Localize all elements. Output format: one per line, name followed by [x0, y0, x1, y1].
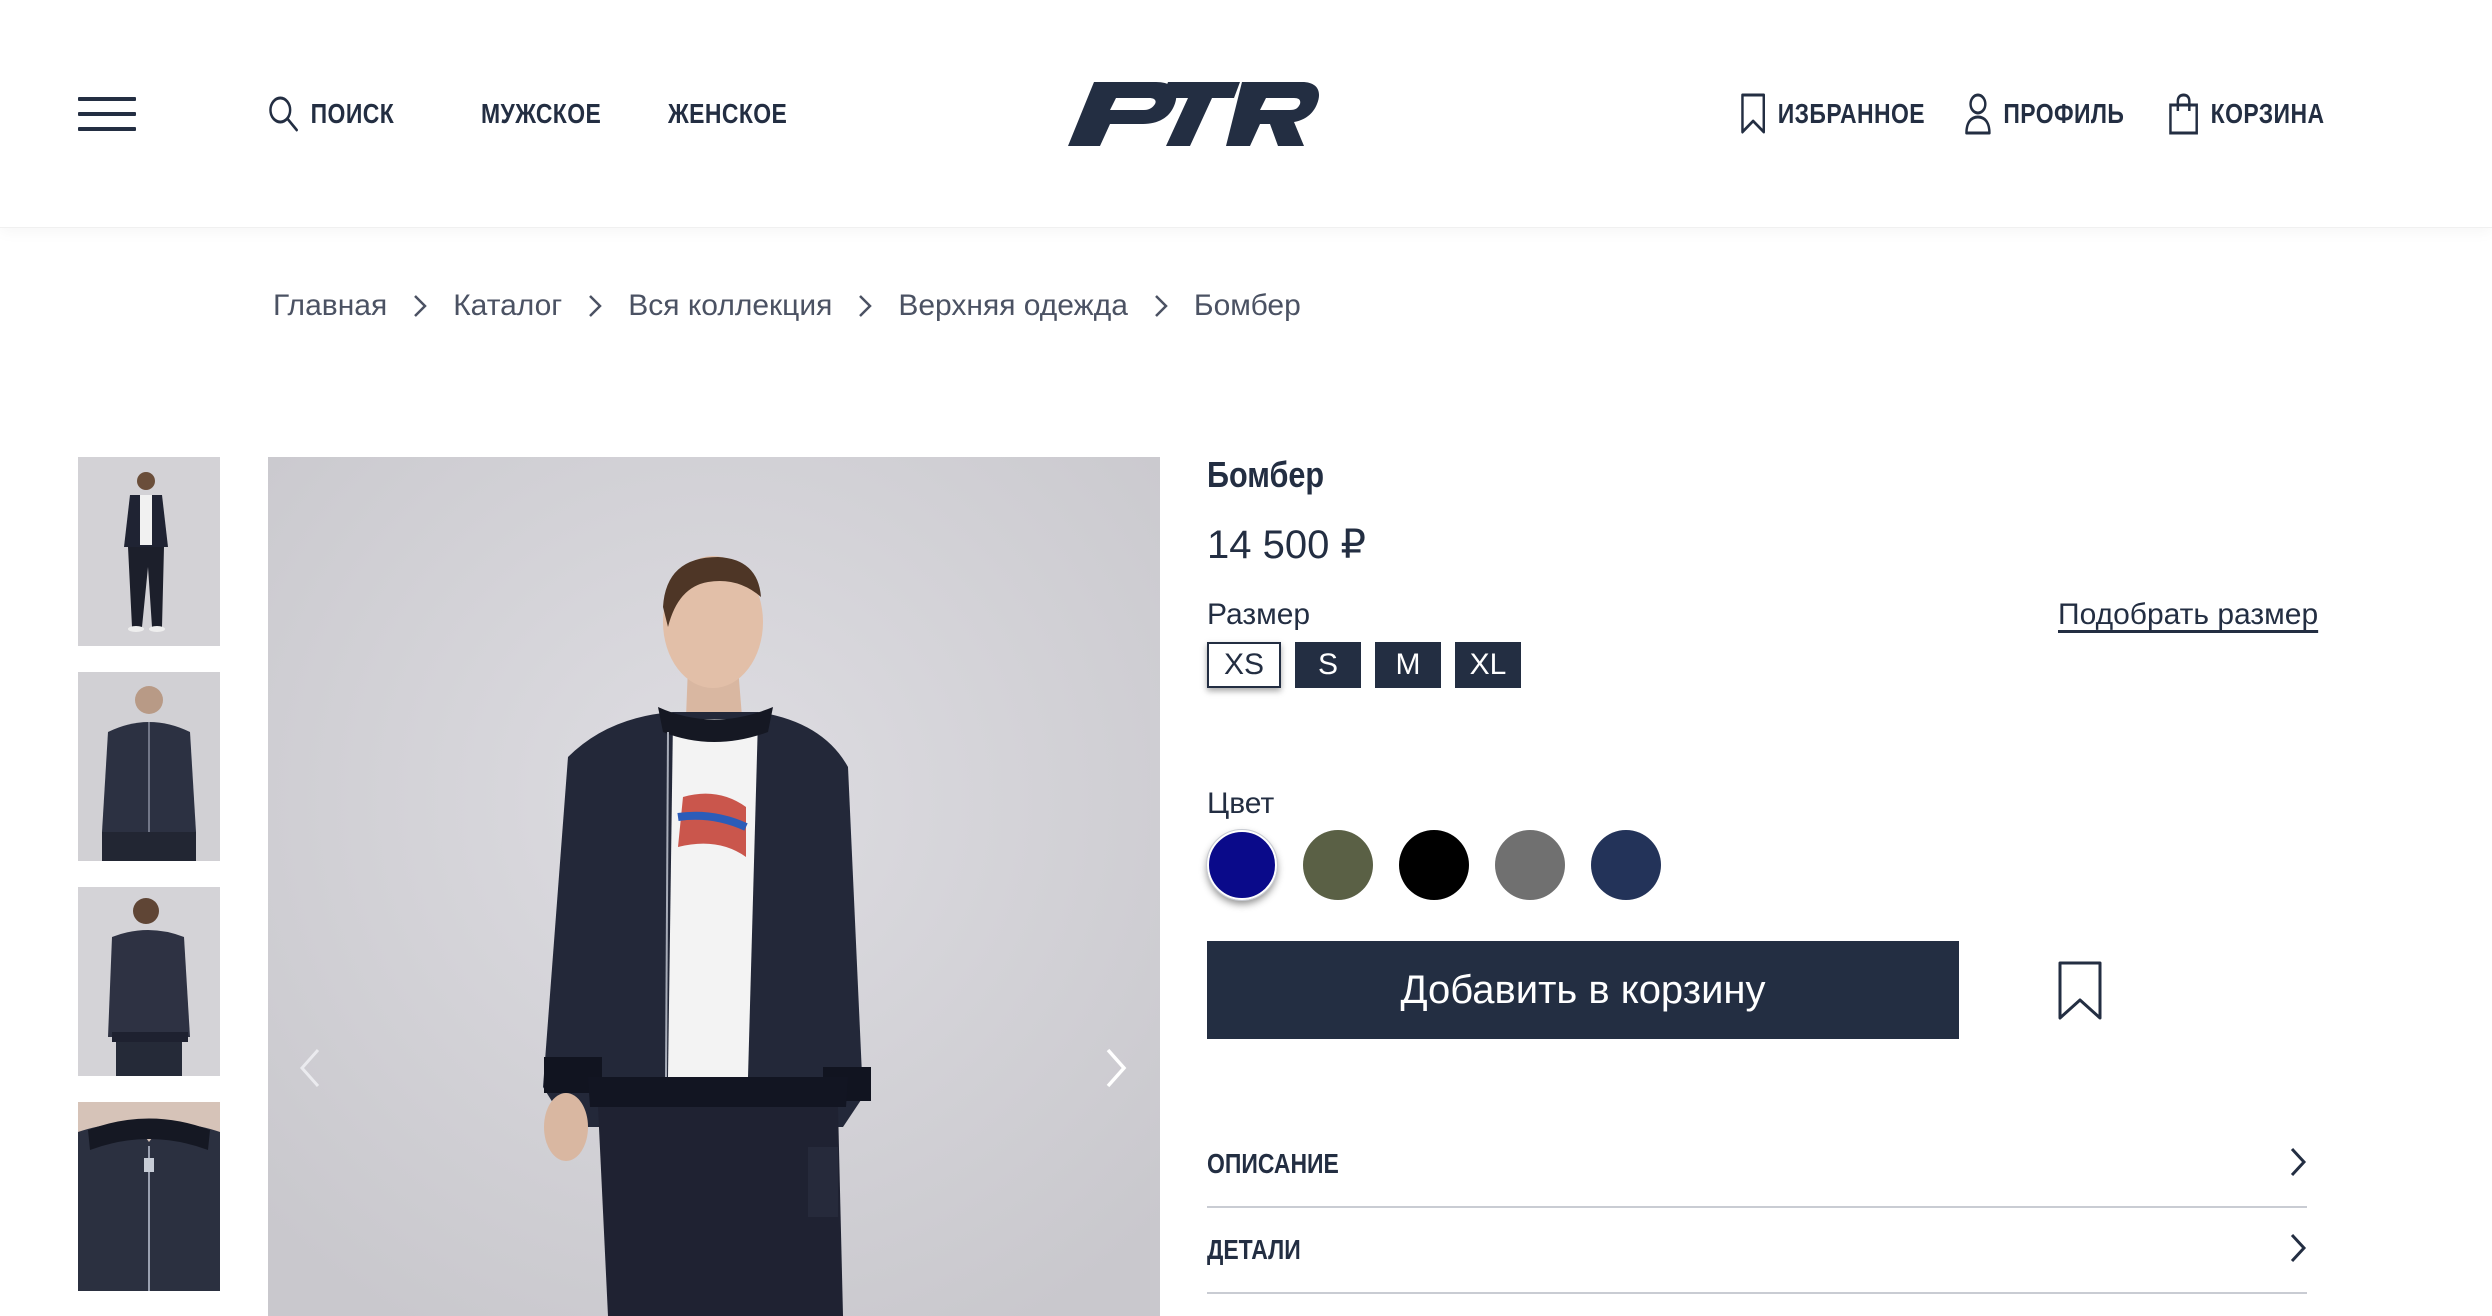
size-option-xl[interactable]: XL	[1455, 642, 1521, 688]
nav-favorites[interactable]: ИЗБРАННОЕ	[1740, 92, 1925, 136]
size-option-xs[interactable]: XS	[1207, 642, 1281, 688]
color-selector	[1206, 829, 1661, 901]
product-price: 14 500 ₽	[1207, 523, 1366, 567]
nav-profile[interactable]: ПРОФИЛЬ	[1964, 92, 2124, 136]
breadcrumb-outerwear[interactable]: Верхняя одежда	[898, 289, 1128, 323]
nav-favorites-label: ИЗБРАННОЕ	[1777, 98, 1926, 129]
size-option-s[interactable]: S	[1295, 642, 1361, 688]
chevron-right-icon	[2289, 1232, 2307, 1269]
shopping-bag-icon	[2168, 93, 2199, 135]
color-swatch-black[interactable]	[1399, 830, 1469, 900]
nav-cart[interactable]: КОРЗИНА	[2168, 92, 2324, 136]
size-selector: XS S M XL	[1207, 642, 1521, 688]
brand-logo[interactable]	[1064, 78, 1320, 150]
size-guide-link[interactable]: Подобрать размер	[2058, 598, 2318, 632]
nav-profile-label: ПРОФИЛЬ	[2003, 98, 2125, 129]
color-label: Цвет	[1207, 787, 1275, 820]
gallery-prev-arrow[interactable]	[290, 1040, 330, 1096]
nav-search-label: ПОИСК	[310, 98, 395, 129]
chevron-right-icon	[2289, 1146, 2307, 1183]
nav-cart-label: КОРЗИНА	[2210, 98, 2325, 129]
nav-search[interactable]: ПОИСК	[268, 92, 394, 136]
site-header: ПОИСК МУЖСКОЕ ЖЕНСКОЕ ИЗБРАННОЕ ПРОФИЛЬ	[0, 0, 2492, 228]
thumbnail-front-closeup[interactable]	[78, 672, 220, 861]
thumbnail-zip-detail[interactable]	[78, 1102, 220, 1291]
breadcrumb-current: Бомбер	[1193, 289, 1301, 322]
bookmark-icon	[2058, 961, 2102, 1020]
chevron-right-icon	[1154, 294, 1168, 318]
breadcrumb-catalog[interactable]: Каталог	[453, 289, 562, 323]
nav-men-label: МУЖСКОЕ	[481, 98, 602, 129]
chevron-right-icon	[588, 294, 603, 318]
accordion-description[interactable]: ОПИСАНИЕ	[1207, 1122, 2307, 1208]
size-label: Размер	[1207, 598, 1311, 631]
thumbnail-full-body[interactable]	[78, 457, 220, 646]
color-swatch-navy[interactable]	[1591, 830, 1661, 900]
accordion-details-label: ДЕТАЛИ	[1207, 1234, 1301, 1265]
chevron-right-icon	[413, 294, 427, 318]
nav-women-label: ЖЕНСКОЕ	[668, 98, 788, 129]
chevron-right-icon	[858, 294, 873, 318]
product-title: Бомбер	[1207, 454, 1325, 495]
product-main-image	[268, 457, 1160, 1316]
add-to-favorites-button[interactable]	[2056, 960, 2104, 1022]
chevron-right-icon	[1106, 1048, 1127, 1088]
chevron-left-icon	[299, 1049, 320, 1087]
user-icon	[1964, 93, 1992, 135]
color-swatch-olive[interactable]	[1303, 830, 1373, 900]
size-option-m[interactable]: M	[1375, 642, 1441, 688]
menu-icon[interactable]	[78, 92, 136, 136]
accordion-description-label: ОПИСАНИЕ	[1207, 1148, 1339, 1179]
breadcrumb: Главная Каталог Вся коллекция Верхняя од…	[273, 284, 1301, 328]
accordion-details[interactable]: ДЕТАЛИ	[1207, 1208, 2307, 1294]
search-icon	[268, 95, 299, 133]
gallery-next-arrow[interactable]	[1096, 1040, 1136, 1096]
thumbnail-back-view[interactable]	[78, 887, 220, 1076]
color-swatch-blue[interactable]	[1206, 829, 1278, 901]
breadcrumb-home[interactable]: Главная	[273, 289, 387, 323]
breadcrumb-collection[interactable]: Вся коллекция	[628, 289, 832, 323]
nav-men[interactable]: МУЖСКОЕ	[481, 92, 601, 136]
add-to-cart-button[interactable]: Добавить в корзину	[1207, 941, 1959, 1039]
nav-women[interactable]: ЖЕНСКОЕ	[668, 92, 787, 136]
color-swatch-grey[interactable]	[1495, 830, 1565, 900]
bookmark-icon	[1740, 93, 1766, 135]
